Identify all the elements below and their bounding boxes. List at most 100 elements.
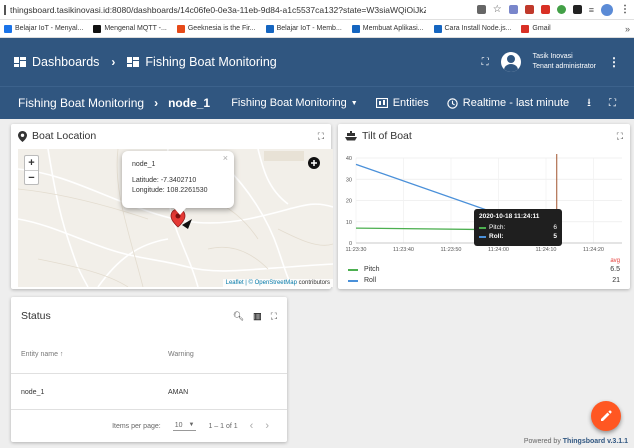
user-name: Tasik Inovasi	[532, 53, 573, 60]
table-row[interactable]: node_1 AMAN	[11, 373, 287, 411]
columns-icon[interactable]: ▥	[253, 311, 262, 322]
extension-icon[interactable]	[508, 5, 518, 14]
items-per-page-select[interactable]: 10 ▼	[172, 422, 197, 431]
y-tick-label: 40	[346, 156, 352, 162]
clock-icon	[447, 97, 458, 109]
dashboard-icon	[127, 57, 140, 67]
bookmark-item[interactable]: Membuat Aplikasi...	[351, 24, 424, 33]
bookmark-favicon-icon	[176, 24, 185, 33]
tooltip-row: Pitch: 6	[479, 223, 557, 232]
legend-label: Pitch	[364, 266, 380, 273]
user-info[interactable]: Tasik Inovasi Tenant administrator	[533, 52, 596, 72]
widget-header: Boat Location ⛶	[11, 124, 331, 148]
next-page-icon[interactable]: ›	[265, 420, 269, 432]
legend-avg-header: avg	[610, 258, 620, 264]
cell-entity-name: node_1	[21, 389, 45, 396]
legend-avg: 21	[612, 277, 620, 284]
chevron-right-icon: ›	[111, 55, 116, 69]
fullscreen-icon[interactable]: ⛶	[609, 98, 616, 109]
breadcrumb-dashboards[interactable]: Dashboards	[32, 55, 99, 69]
zoom-in-button[interactable]: +	[25, 156, 38, 170]
bookmark-item[interactable]: Belajar IoT - Memb...	[265, 24, 342, 33]
star-icon[interactable]: ☆	[493, 4, 502, 15]
fullscreen-icon[interactable]: ⛶	[271, 311, 277, 322]
fullscreen-icon[interactable]: ⛶	[318, 131, 324, 142]
chevron-right-icon: ›	[154, 96, 159, 110]
close-icon[interactable]: ×	[223, 153, 228, 163]
column-header-entity-name[interactable]: Entity name ↑	[21, 351, 168, 358]
table-header: Entity name ↑ Warning	[11, 335, 287, 373]
popup-latitude: Latitude: -7.3402710	[132, 177, 197, 184]
bookmark-item[interactable]: Geeknesia is the Fir...	[176, 24, 256, 33]
timewindow-button[interactable]: Realtime - last minute	[447, 97, 569, 109]
map-view[interactable]: + − × node_1 Latitude: -7.3402710 Longit…	[18, 149, 333, 287]
search-icon[interactable]: 🔍︎	[233, 311, 244, 322]
download-icon[interactable]: ⭳	[587, 94, 591, 113]
osm-link[interactable]: OpenStreetMap	[255, 280, 297, 286]
url-field[interactable]: thingsboard.tasikinovasi.id:8080/dashboa…	[6, 5, 426, 15]
bookmark-favicon-icon	[93, 24, 102, 33]
dashboards-icon	[14, 57, 26, 67]
legend-item-pitch[interactable]: Pitch 6.5	[348, 266, 620, 273]
pencil-icon	[601, 410, 612, 421]
bookmark-favicon-icon	[521, 24, 530, 33]
location-pin-icon	[18, 130, 27, 142]
bookmark-item[interactable]: Mengenal MQTT -...	[93, 24, 167, 33]
app-toolbar: Dashboards › Fishing Boat Monitoring ⛶ T…	[0, 38, 634, 86]
state-selector-label: Fishing Boat Monitoring	[231, 97, 347, 109]
dashboard-title[interactable]: Fishing Boat Monitoring	[18, 96, 144, 110]
breadcrumb-current: Fishing Boat Monitoring	[145, 55, 277, 69]
bookmark-item[interactable]: Belajar IoT - Menyal...	[4, 24, 83, 33]
zoom-out-button[interactable]: −	[25, 170, 38, 184]
x-tick-label: 11:23:40	[393, 247, 414, 253]
dropdown-arrow-icon: ▼	[350, 99, 358, 107]
breadcrumb: Dashboards › Fishing Boat Monitoring	[14, 55, 277, 69]
fullscreen-icon[interactable]: ⛶	[617, 131, 623, 142]
extension-icon[interactable]	[524, 5, 534, 14]
widget-header: Status 🔍︎ ▥ ⛶	[11, 297, 287, 335]
entities-icon	[375, 98, 388, 108]
x-tick-label: 11:24:20	[583, 247, 604, 253]
bookmark-favicon-icon	[433, 24, 442, 33]
y-tick-label: 30	[346, 177, 352, 183]
widget-title: Status	[21, 310, 51, 322]
profile-avatar-icon[interactable]	[601, 3, 613, 16]
gmail-extension-icon[interactable]	[540, 5, 550, 14]
tooltip-time: 2020-10-18 11:24:11	[479, 213, 540, 220]
legend-item-roll[interactable]: Roll 21	[348, 277, 620, 284]
x-tick-label: 11:24:00	[488, 247, 509, 253]
location-popup: × node_1 Latitude: -7.3402710 Longitude:…	[122, 151, 234, 215]
fullscreen-icon[interactable]: ⛶	[482, 57, 489, 68]
widget-header: Tilt of Boat ⛶	[338, 124, 630, 148]
legend-label: Roll	[364, 277, 377, 284]
state-selector[interactable]: Fishing Boat Monitoring ▼	[231, 97, 358, 109]
browser-menu-icon[interactable]: ⋮	[620, 4, 630, 15]
items-per-page-label: Items per page:	[112, 422, 161, 430]
more-menu-icon[interactable]: ⋮	[608, 55, 620, 69]
browser-address-bar: thingsboard.tasikinovasi.id:8080/dashboa…	[0, 0, 634, 20]
translate-icon[interactable]	[476, 5, 486, 14]
extension-icon[interactable]	[572, 5, 582, 14]
bookmark-favicon-icon	[265, 24, 274, 33]
paginator: Items per page: 10 ▼ 1 – 1 of 1 ‹ ›	[11, 409, 287, 442]
bookmark-favicon-icon	[351, 24, 360, 33]
user-avatar[interactable]	[500, 52, 521, 72]
entities-button[interactable]: Entities	[375, 97, 429, 109]
chart-widget: Tilt of Boat ⛶ 0 10 20 30 40 11:23:30 11:23:40…	[338, 124, 630, 289]
timewindow-label: Realtime - last minute	[462, 97, 570, 109]
x-tick-label: 11:24:10	[535, 247, 556, 253]
bookmarks-overflow-icon[interactable]: »	[625, 24, 630, 34]
page-range: 1 – 1 of 1	[208, 422, 238, 430]
queue-icon[interactable]: ≡	[589, 5, 594, 15]
footer: Powered by Thingsboard v.3.1.1	[523, 438, 628, 445]
bookmark-item[interactable]: Gmail	[521, 24, 551, 33]
extension-icon[interactable]	[556, 5, 566, 14]
y-tick-label: 20	[346, 199, 352, 205]
edit-fab-button[interactable]	[591, 401, 621, 431]
legend-header: avg	[348, 258, 620, 264]
bookmark-item[interactable]: Cara Install Node.js...	[433, 24, 511, 33]
legend-swatch	[348, 268, 358, 271]
thingsboard-link[interactable]: Thingsboard v.3.1.1	[563, 438, 628, 445]
previous-page-icon[interactable]: ‹	[250, 420, 254, 432]
column-header-warning[interactable]: Warning	[168, 351, 194, 358]
